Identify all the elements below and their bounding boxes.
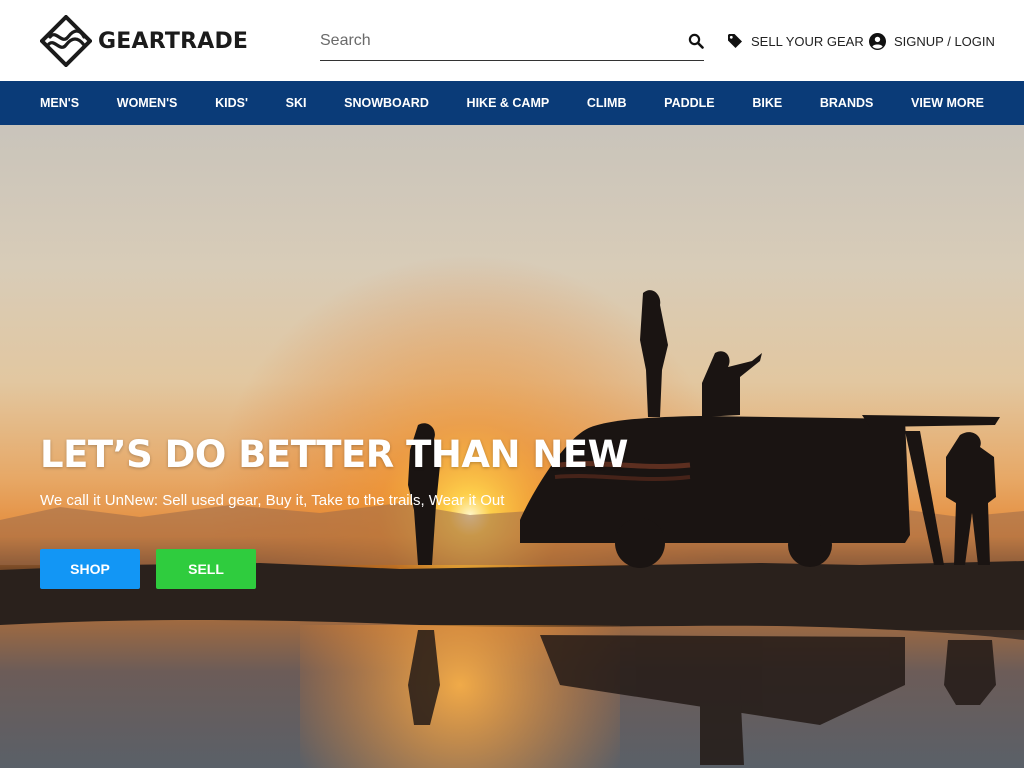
search-bar	[320, 24, 704, 61]
brand-logo[interactable]: GEARTRADE	[40, 15, 248, 67]
nav-item-womens[interactable]: WOMEN'S	[117, 96, 178, 110]
user-circle-icon	[869, 32, 886, 50]
nav-item-view-more[interactable]: VIEW MORE	[911, 96, 984, 110]
nav-item-brands[interactable]: BRANDS	[820, 96, 873, 110]
sell-your-gear-label: SELL YOUR GEAR	[751, 33, 864, 49]
nav-item-bike[interactable]: BIKE	[752, 96, 782, 110]
site-header: GEARTRADE SELL YOUR GEAR SIGNUP / LOGIN	[0, 0, 1024, 81]
search-input[interactable]	[320, 24, 670, 58]
category-nav: MEN'S WOMEN'S KIDS' SKI SNOWBOARD HIKE &…	[0, 81, 1024, 125]
tag-icon	[728, 34, 742, 48]
nav-item-kids[interactable]: KIDS'	[215, 96, 248, 110]
brand-name: GEARTRADE	[98, 28, 249, 54]
nav-item-hike-camp[interactable]: HIKE & CAMP	[467, 96, 550, 110]
sell-your-gear-link[interactable]: SELL YOUR GEAR	[727, 31, 864, 51]
geartrade-logo-icon	[40, 15, 92, 67]
hero-title: LET’S DO BETTER THAN NEW	[40, 433, 628, 476]
shop-button[interactable]: SHOP	[40, 549, 140, 589]
nav-item-ski[interactable]: SKI	[286, 96, 307, 110]
search-icon[interactable]	[688, 33, 704, 49]
nav-item-snowboard[interactable]: SNOWBOARD	[344, 96, 429, 110]
hero-banner: LET’S DO BETTER THAN NEW We call it UnNe…	[0, 125, 1024, 768]
sell-button[interactable]: SELL	[156, 549, 256, 589]
signup-login-label: SIGNUP / LOGIN	[894, 33, 995, 49]
signup-login-link[interactable]: SIGNUP / LOGIN	[869, 31, 995, 51]
hero-subtitle: We call it UnNew: Sell used gear, Buy it…	[40, 492, 505, 509]
nav-item-climb[interactable]: CLIMB	[587, 96, 627, 110]
nav-item-mens[interactable]: MEN'S	[40, 96, 79, 110]
nav-item-paddle[interactable]: PADDLE	[664, 96, 714, 110]
